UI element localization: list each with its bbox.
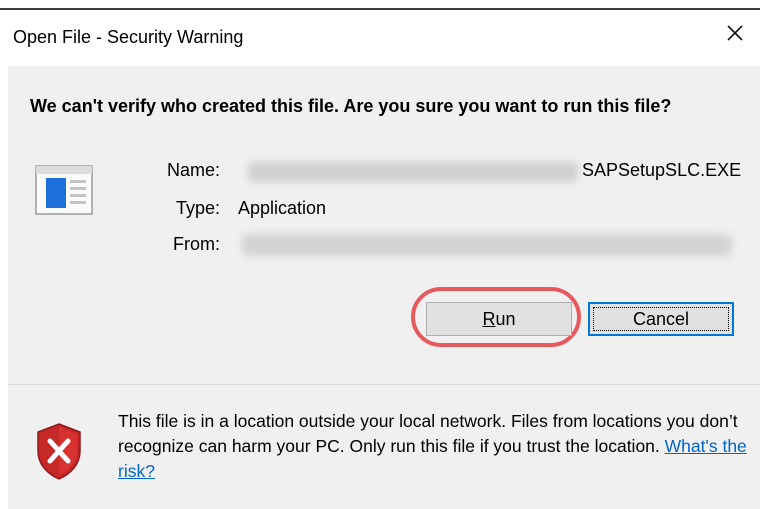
- run-button[interactable]: Run: [426, 302, 572, 336]
- focus-rectangle: [593, 307, 729, 331]
- name-value: SAPSetupSLC.EXE: [582, 160, 742, 180]
- close-icon: [727, 25, 743, 41]
- type-value: Application: [238, 198, 327, 218]
- name-path-redacted: [248, 162, 578, 182]
- cancel-button[interactable]: Cancel: [588, 302, 734, 336]
- warning-text: This file is in a location outside your …: [118, 411, 738, 456]
- from-value-redacted: [242, 234, 732, 256]
- dialog-heading: We can't verify who created this file. A…: [30, 96, 672, 116]
- dialog-main-panel: We can't verify who created this file. A…: [8, 66, 760, 384]
- shield-error-icon: [34, 421, 84, 481]
- run-label-rest: un: [495, 308, 516, 329]
- warning-text-block: This file is in a location outside your …: [118, 409, 748, 484]
- window-title: Open File - Security Warning: [13, 27, 244, 47]
- from-label: From:: [173, 234, 220, 254]
- application-icon: [34, 164, 94, 216]
- close-button[interactable]: [720, 16, 750, 50]
- title-bar: Open File - Security Warning: [0, 10, 760, 66]
- type-label: Type:: [175, 198, 220, 218]
- warning-panel: This file is in a location outside your …: [8, 384, 760, 509]
- name-label: Name:: [166, 160, 220, 180]
- run-accesskey: R: [482, 308, 496, 329]
